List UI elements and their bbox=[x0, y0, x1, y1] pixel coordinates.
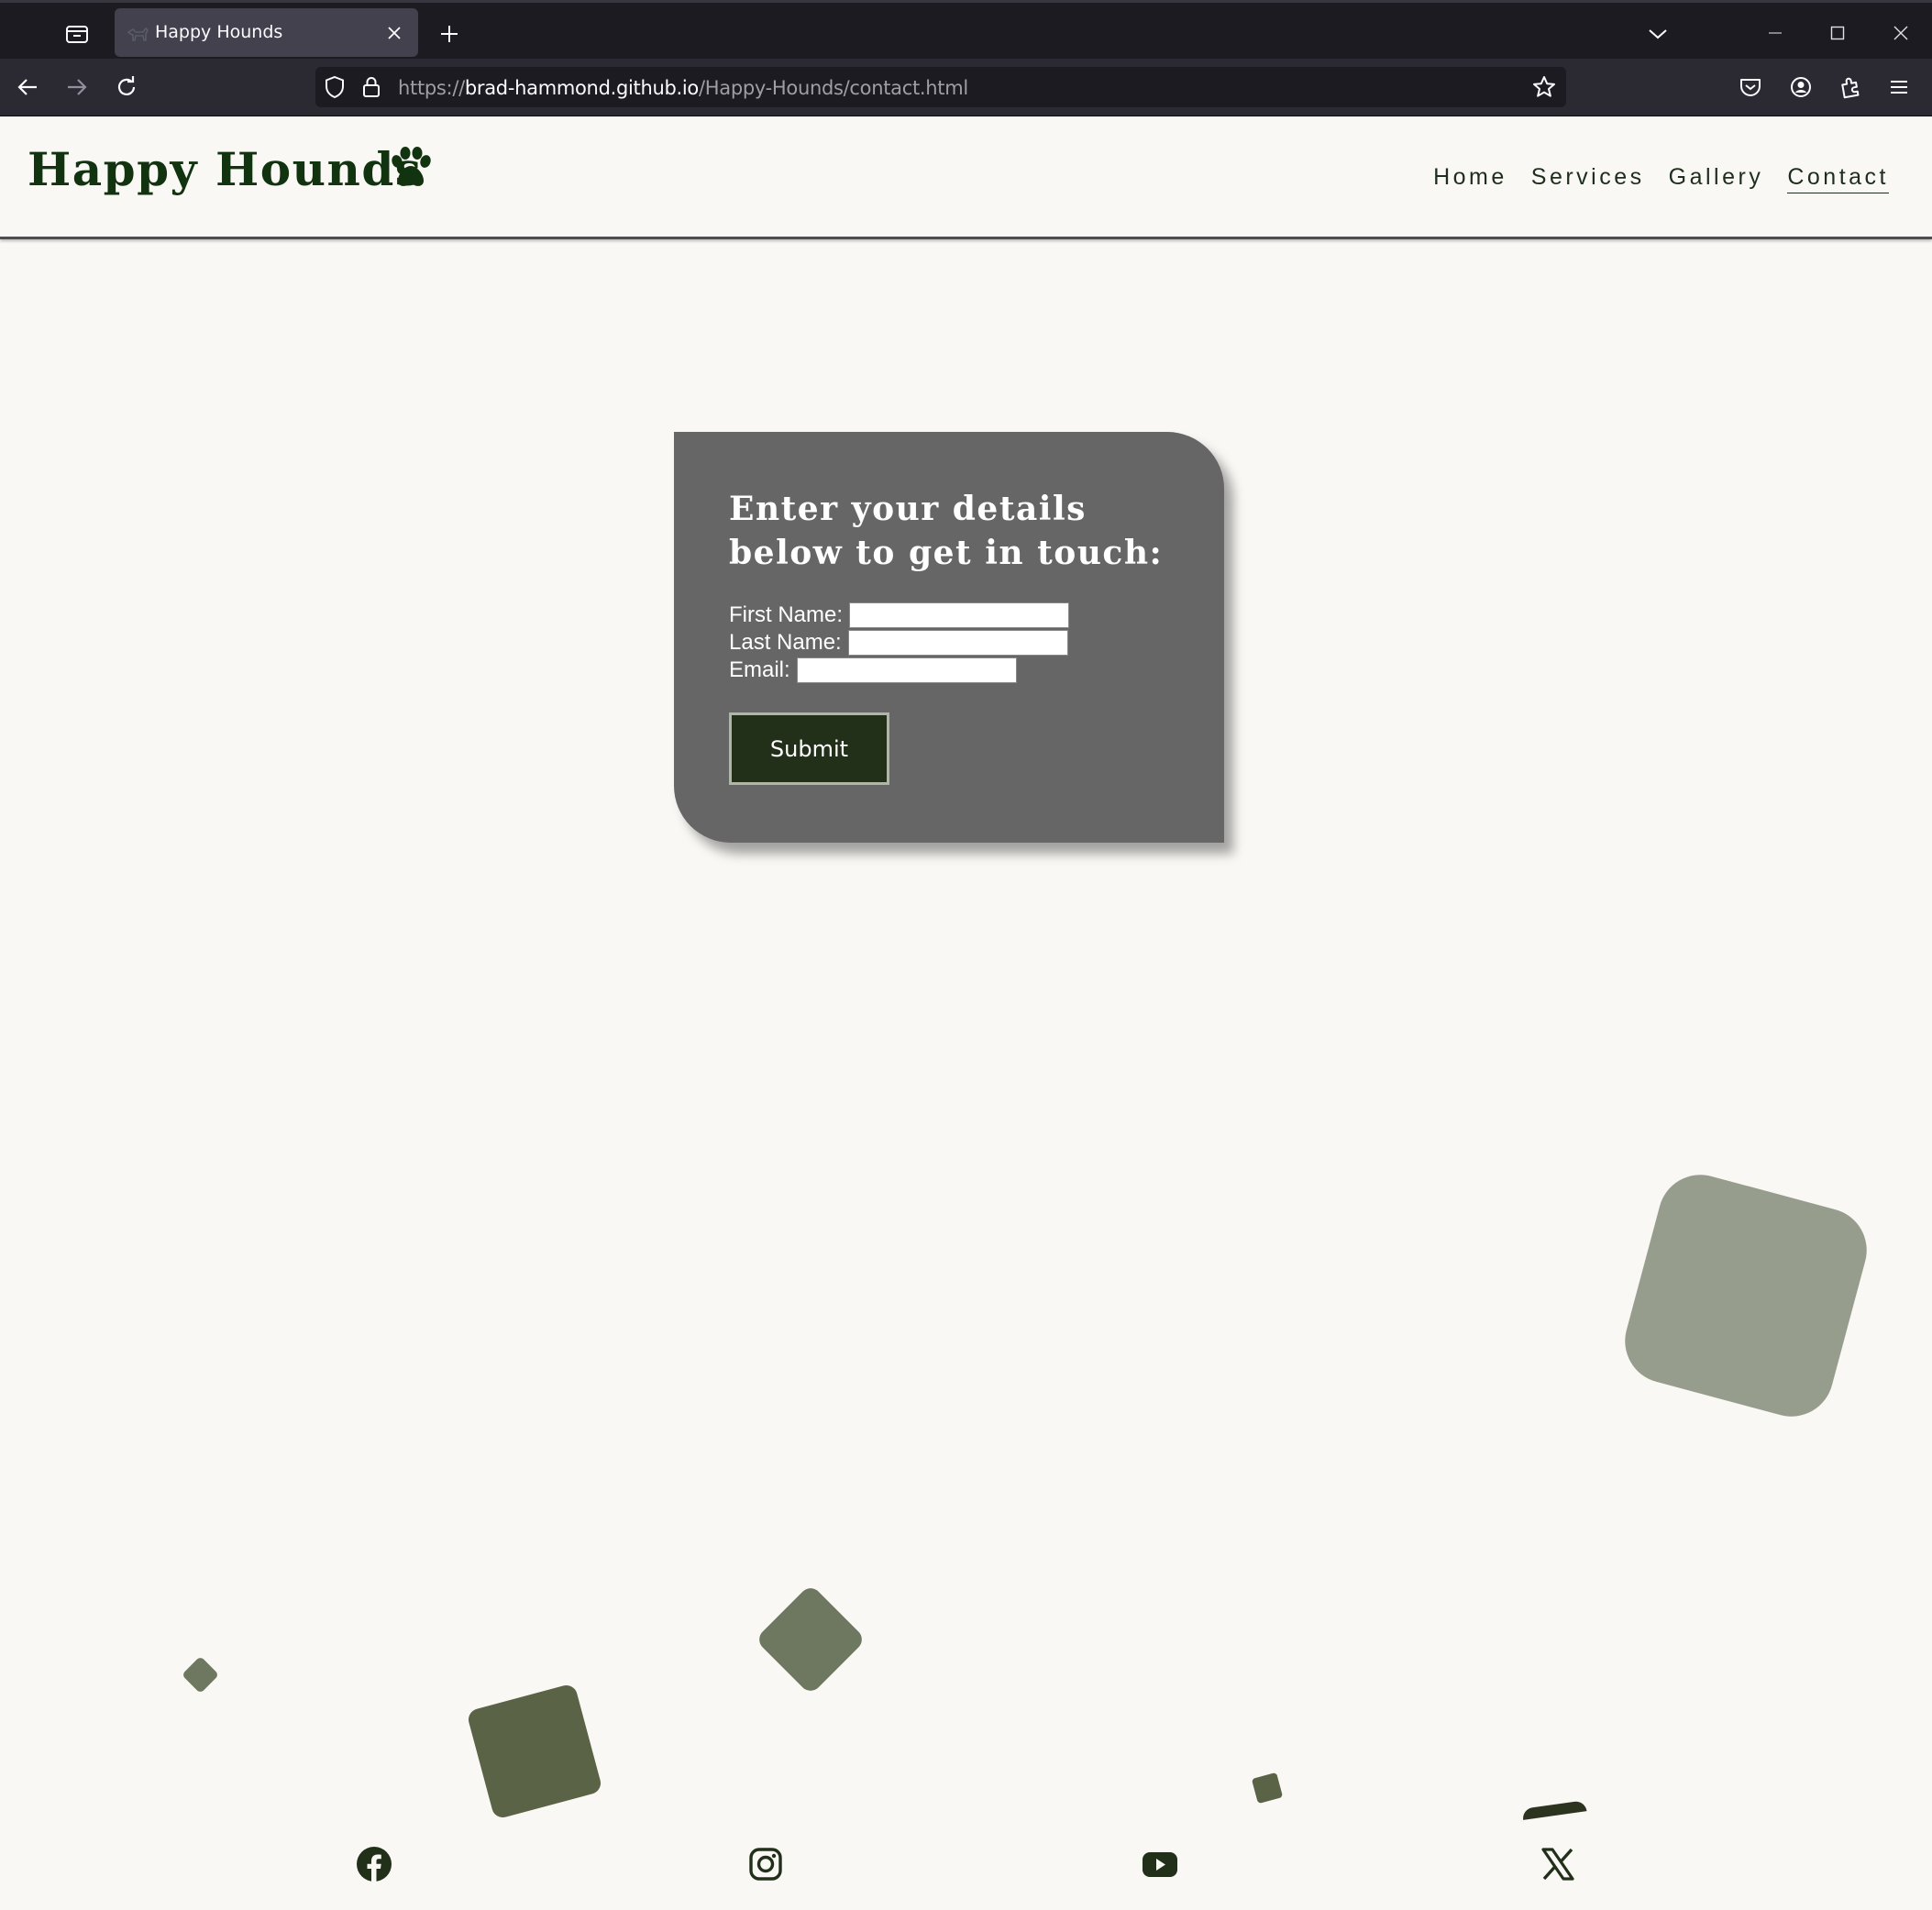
submit-button[interactable]: Submit bbox=[729, 712, 889, 785]
email-field[interactable] bbox=[796, 657, 1017, 683]
site-logo[interactable]: Happy Hounds bbox=[28, 142, 422, 196]
maximize-icon[interactable] bbox=[1819, 16, 1856, 50]
last-name-row: Last Name: bbox=[729, 630, 1068, 656]
reload-icon[interactable] bbox=[109, 70, 144, 105]
decorative-square-small bbox=[1251, 1772, 1284, 1805]
email-row: Email: bbox=[729, 657, 1017, 683]
nav-link-gallery[interactable]: Gallery bbox=[1669, 164, 1764, 193]
close-tab-icon[interactable] bbox=[381, 20, 407, 46]
browser-nav-bar: https://brad-hammond.github.io/Happy-Hou… bbox=[0, 59, 1932, 116]
tab-list-icon[interactable] bbox=[59, 17, 95, 50]
forward-arrow-icon[interactable] bbox=[60, 70, 94, 105]
url-text[interactable]: https://brad-hammond.github.io/Happy-Hou… bbox=[398, 77, 968, 99]
decorative-square-large bbox=[1615, 1165, 1877, 1427]
nav-link-services[interactable]: Services bbox=[1531, 164, 1645, 193]
hamburger-menu-icon[interactable] bbox=[1882, 70, 1916, 105]
facebook-icon[interactable] bbox=[356, 1846, 392, 1882]
x-icon[interactable] bbox=[1540, 1846, 1576, 1882]
star-icon[interactable] bbox=[1531, 74, 1557, 100]
url-path: /Happy-Hounds/contact.html bbox=[698, 77, 968, 99]
decorative-square-medium bbox=[466, 1683, 603, 1820]
decorative-diamond bbox=[755, 1584, 867, 1695]
shield-icon[interactable] bbox=[323, 75, 347, 99]
site-header: Happy Hounds Home Services Gallery Conta… bbox=[0, 116, 1932, 239]
chevron-down-icon[interactable] bbox=[1641, 17, 1674, 50]
dog-favicon-icon bbox=[127, 27, 149, 41]
browser-tab-bar: Happy Hounds bbox=[0, 0, 1932, 59]
contact-form-card: Enter your details below to get in touch… bbox=[674, 432, 1224, 843]
last-name-label: Last Name: bbox=[729, 630, 842, 655]
site-nav: Home Services Gallery Contact bbox=[1433, 164, 1889, 193]
url-host: brad-hammond.github.io bbox=[464, 77, 699, 99]
new-tab-plus-icon[interactable] bbox=[433, 17, 466, 50]
last-name-field[interactable] bbox=[847, 630, 1068, 656]
back-arrow-icon[interactable] bbox=[10, 70, 45, 105]
decorative-square-clipped bbox=[1521, 1800, 1587, 1820]
tab-title: Happy Hounds bbox=[155, 22, 283, 42]
youtube-icon[interactable] bbox=[1142, 1846, 1178, 1882]
url-bar[interactable]: https://brad-hammond.github.io/Happy-Hou… bbox=[315, 67, 1566, 107]
account-icon[interactable] bbox=[1783, 70, 1818, 105]
browser-tab[interactable]: Happy Hounds bbox=[115, 8, 418, 57]
email-label: Email: bbox=[729, 657, 790, 682]
first-name-row: First Name: bbox=[729, 602, 1070, 628]
contact-heading: Enter your details below to get in touch… bbox=[729, 490, 1164, 572]
instagram-icon[interactable] bbox=[747, 1846, 784, 1882]
paw-icon bbox=[392, 147, 431, 186]
decorative-square-tiny bbox=[181, 1655, 220, 1695]
pocket-icon[interactable] bbox=[1733, 70, 1768, 105]
first-name-label: First Name: bbox=[729, 602, 844, 627]
url-scheme: https:// bbox=[398, 77, 465, 99]
lock-icon[interactable] bbox=[359, 75, 383, 99]
minimize-icon[interactable] bbox=[1757, 16, 1794, 50]
nav-link-contact[interactable]: Contact bbox=[1787, 164, 1889, 193]
nav-link-home[interactable]: Home bbox=[1433, 164, 1507, 193]
extensions-icon[interactable] bbox=[1833, 70, 1868, 105]
first-name-field[interactable] bbox=[849, 602, 1070, 628]
close-window-icon[interactable] bbox=[1882, 16, 1919, 50]
